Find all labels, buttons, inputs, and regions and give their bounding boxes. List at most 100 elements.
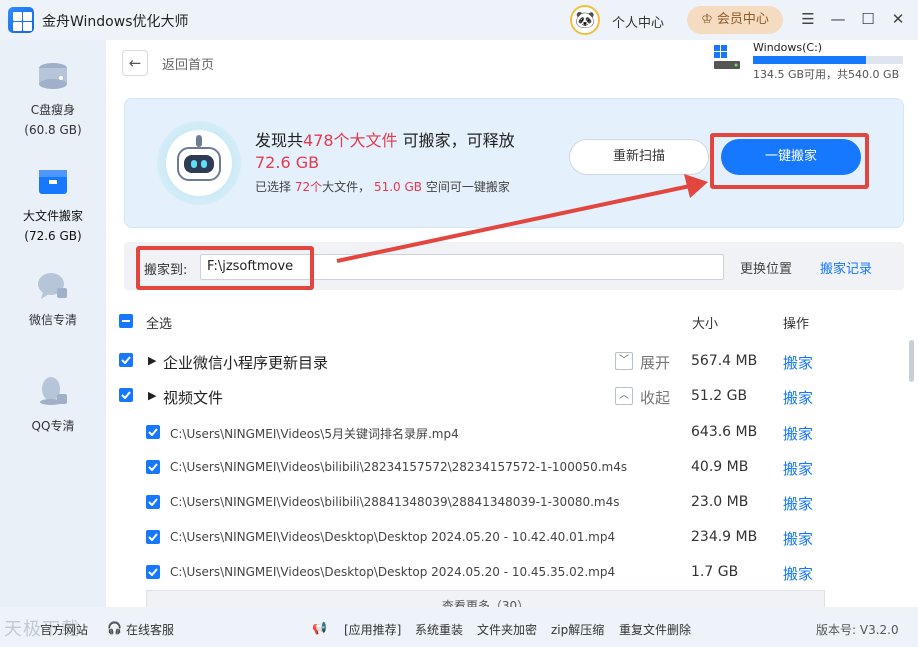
sidebar-item-qq-clean[interactable]: QQ专清 — [0, 374, 106, 436]
sidebar-item-c-drive-slim[interactable]: C盘瘦身 (60.8 GB) — [0, 58, 106, 140]
drive-icon — [35, 58, 71, 94]
move-link[interactable]: 搬家 — [783, 387, 813, 408]
avatar[interactable]: 🐼 — [570, 5, 600, 35]
file-row[interactable]: C:\Users\NINGMEI\Videos\Desktop\Desktop … — [106, 520, 906, 555]
drive-usage-fill — [753, 56, 866, 64]
wechat-clean-icon — [35, 268, 71, 304]
sidebar-item-label: 微信专清 — [28, 313, 77, 327]
file-row[interactable]: C:\Users\NINGMEI\Videos\bilibili\2884134… — [106, 485, 906, 520]
list-header: 全选 大小 操作 — [106, 308, 918, 334]
official-site-link[interactable]: 官方网站 — [40, 621, 88, 638]
main-panel: ← 返回首页 Windows(C:) 134.5 GB可用，共540.0 GB … — [106, 40, 918, 610]
move-link[interactable]: 搬家 — [783, 493, 813, 514]
file-row[interactable]: C:\Users\NINGMEI\Videos\Desktop\Desktop … — [106, 555, 906, 590]
group-size: 567.4 MB — [691, 353, 758, 369]
file-path: C:\Users\NINGMEI\Videos\Desktop\Desktop … — [170, 530, 616, 544]
back-home-link[interactable]: 返回首页 — [162, 54, 214, 73]
size-column-header: 大小 — [692, 317, 719, 332]
online-support-link[interactable]: 在线客服 — [126, 621, 174, 638]
group-row[interactable]: ▶ 视频文件 ︿ 收起 51.2 GB 搬家 — [106, 379, 906, 414]
file-size: 234.9 MB — [691, 529, 758, 545]
back-arrow-icon[interactable]: ← — [122, 50, 148, 76]
list-scrollbar[interactable] — [909, 340, 914, 382]
annotation-box-move-button — [710, 133, 869, 189]
robot-icon — [157, 121, 241, 205]
sidebar-item-sub: (60.8 GB) — [24, 123, 82, 137]
move-link[interactable]: 搬家 — [783, 528, 813, 549]
file-size: 40.9 MB — [691, 459, 749, 475]
selected-size: 51.0 GB — [373, 180, 423, 194]
chevron-down-icon[interactable]: ﹀ — [615, 352, 633, 370]
file-checkbox[interactable] — [146, 565, 160, 579]
app-title: 金舟Windows优化大师 — [42, 14, 189, 30]
drive-usage-bar — [753, 56, 903, 64]
move-link[interactable]: 搬家 — [783, 423, 813, 444]
footer: 天极下载 官方网站 🎧 在线客服 📢 [应用推荐] 系统重装 文件夹加密 zip… — [0, 607, 918, 647]
operation-column-header: 操作 — [783, 317, 810, 332]
file-checkbox[interactable] — [146, 495, 160, 509]
move-link[interactable]: 搬家 — [783, 352, 813, 373]
box-icon — [35, 164, 71, 200]
version-label: 版本号: V3.2.0 — [816, 623, 899, 637]
change-location-link[interactable]: 更换位置 — [740, 258, 792, 277]
group-row[interactable]: ▶ 企业微信小程序更新目录 ﹀ 展开 567.4 MB 搬家 — [106, 344, 906, 379]
folder-encrypt-link[interactable]: 文件夹加密 — [477, 621, 537, 638]
system-reinstall-link[interactable]: 系统重装 — [415, 621, 463, 638]
move-link[interactable]: 搬家 — [783, 563, 813, 584]
group-size: 51.2 GB — [691, 388, 748, 404]
title-bar: 金舟Windows优化大师 🐼 个人中心 ♔ 会员中心 ☰ — ☐ ✕ — [0, 0, 918, 40]
sidebar-item-label: QQ专清 — [31, 419, 75, 433]
chevron-up-icon[interactable]: ︿ — [615, 387, 633, 405]
sidebar: C盘瘦身 (60.8 GB) 大文件搬家 (72.6 GB) 微信专清 QQ专清 — [0, 40, 106, 607]
found-summary: 发现共478个大文件 可搬家，可释放 — [255, 131, 515, 150]
group-checkbox[interactable] — [119, 388, 133, 402]
menu-icon[interactable]: ☰ — [799, 10, 817, 28]
minimize-icon[interactable]: — — [829, 10, 847, 28]
selected-count: 72个 — [294, 180, 323, 194]
group-name: 企业微信小程序更新目录 — [163, 354, 329, 372]
sidebar-item-wechat-clean[interactable]: 微信专清 — [0, 268, 106, 330]
found-count: 478个大文件 — [303, 131, 398, 150]
qq-clean-icon — [35, 374, 71, 410]
file-path: C:\Users\NINGMEI\Videos\Desktop\Desktop … — [170, 565, 616, 579]
releasable-size: 72.6 GB — [255, 153, 320, 172]
file-row[interactable]: C:\Users\NINGMEI\Videos\bilibili\2823415… — [106, 450, 906, 485]
vip-center-button[interactable]: ♔ 会员中心 — [687, 6, 783, 34]
file-checkbox[interactable] — [146, 460, 160, 474]
sidebar-item-large-file-move[interactable]: 大文件搬家 (72.6 GB) — [0, 164, 106, 246]
headset-icon: 🎧 — [107, 621, 122, 635]
file-checkbox[interactable] — [146, 425, 160, 439]
file-size: 643.6 MB — [691, 424, 758, 440]
drive-name: Windows(C:) — [753, 41, 823, 54]
sidebar-item-label: C盘瘦身 — [30, 103, 76, 117]
app-recommend-link[interactable]: [应用推荐] — [344, 621, 401, 638]
zip-decompress-link[interactable]: zip解压缩 — [551, 621, 604, 638]
rescan-button[interactable]: 重新扫描 — [569, 139, 709, 175]
group-checkbox[interactable] — [119, 353, 133, 367]
select-all-checkbox[interactable] — [119, 314, 133, 328]
sidebar-item-label: 大文件搬家 — [22, 209, 83, 223]
expand-triangle-icon[interactable]: ▶ — [148, 354, 156, 367]
file-checkbox[interactable] — [146, 530, 160, 544]
move-link[interactable]: 搬家 — [783, 458, 813, 479]
maximize-icon[interactable]: ☐ — [859, 10, 877, 28]
selected-summary: 已选择 72个大文件， 51.0 GB 空间可一键搬家 — [255, 180, 510, 194]
drive-space-text: 134.5 GB可用，共540.0 GB — [753, 68, 900, 81]
expand-toggle[interactable]: 展开 — [640, 352, 670, 373]
annotation-box-destination — [136, 246, 314, 290]
file-size: 1.7 GB — [691, 564, 739, 580]
collapse-toggle[interactable]: 收起 — [640, 387, 670, 408]
group-name: 视频文件 — [163, 389, 224, 407]
expand-triangle-icon[interactable]: ▶ — [148, 389, 156, 402]
select-all-label: 全选 — [146, 317, 173, 332]
move-record-link[interactable]: 搬家记录 — [820, 258, 872, 277]
file-path: C:\Users\NINGMEI\Videos\bilibili\2823415… — [170, 460, 628, 474]
file-path: C:\Users\NINGMEI\Videos\bilibili\2884134… — [170, 495, 620, 509]
duplicate-file-delete-link[interactable]: 重复文件删除 — [619, 621, 691, 638]
personal-center-link[interactable]: 个人中心 — [612, 12, 664, 31]
close-icon[interactable]: ✕ — [889, 10, 907, 28]
megaphone-icon: 📢 — [312, 621, 327, 635]
file-row[interactable]: C:\Users\NINGMEI\Videos\5月关键词排名录屏.mp4 64… — [106, 415, 906, 450]
app-logo-icon — [8, 7, 34, 33]
windows-drive-icon — [712, 44, 742, 70]
